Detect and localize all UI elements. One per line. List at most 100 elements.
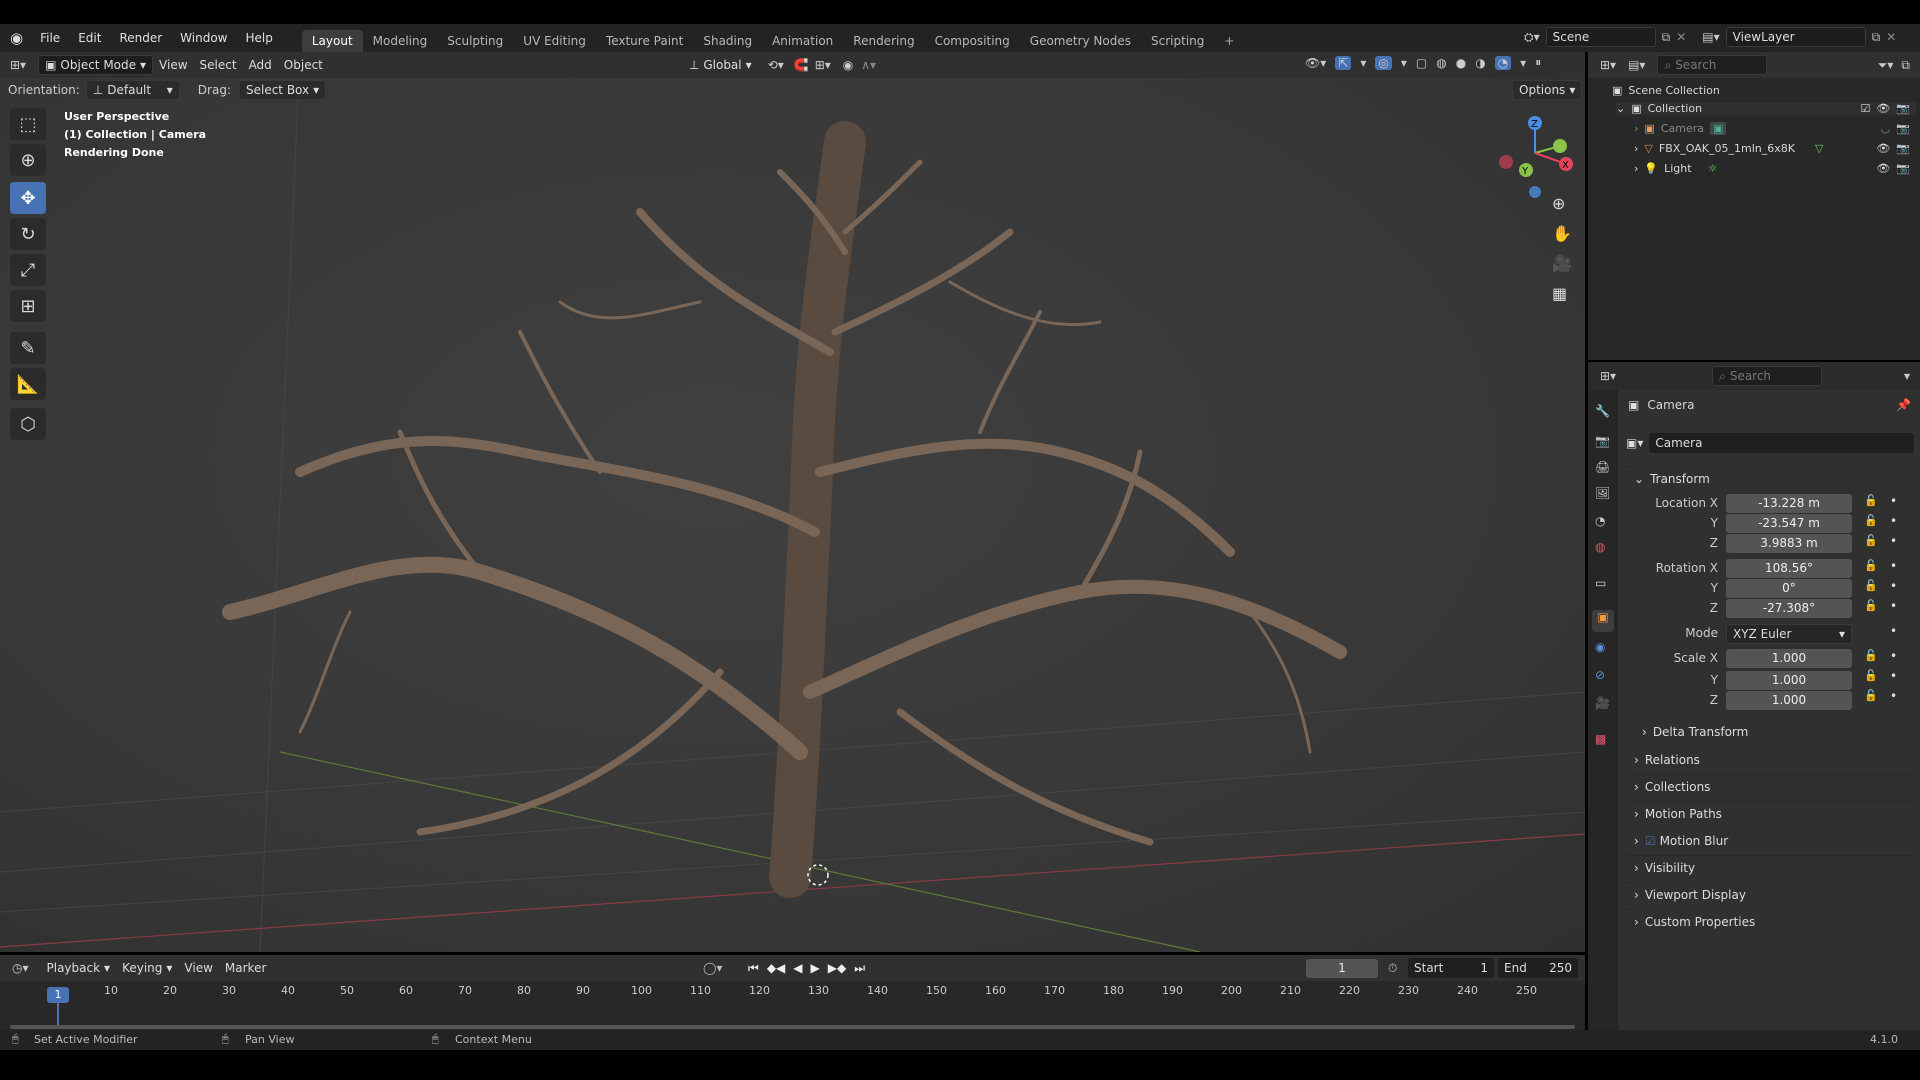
menu-help[interactable]: Help xyxy=(237,24,282,52)
tab-compositing[interactable]: Compositing xyxy=(925,30,1020,52)
collections-panel[interactable]: › Collections xyxy=(1626,774,1914,798)
menu-file[interactable]: File xyxy=(31,24,69,52)
scale-tool[interactable]: ⤢ xyxy=(10,254,46,286)
orientation-dropdown[interactable]: ⊥ Default ▾ xyxy=(85,80,180,100)
outliner-search-input[interactable]: ⌕ Search xyxy=(1657,55,1768,75)
options-dropdown-icon[interactable]: ▾ xyxy=(1904,369,1910,383)
add-workspace-button[interactable]: + xyxy=(1214,30,1244,52)
motion-blur-panel[interactable]: › ☑ Motion Blur xyxy=(1626,828,1914,852)
snap-target-icon[interactable]: ⊞▾ xyxy=(815,58,831,72)
expand-icon[interactable]: › xyxy=(1634,122,1638,135)
viewport-display-panel[interactable]: › Viewport Display xyxy=(1626,882,1914,906)
output-tab-icon[interactable]: 🖨 xyxy=(1595,460,1610,474)
object-name-field[interactable]: Camera xyxy=(1649,433,1914,453)
annotate-tool[interactable]: ✎ xyxy=(10,332,46,364)
eye-icon[interactable]: 👁 xyxy=(1876,162,1890,175)
prev-keyframe-icon[interactable]: ◆◀ xyxy=(767,961,785,976)
pan-icon[interactable]: ✋ xyxy=(1552,224,1572,243)
display-mode-icon[interactable]: ▤▾ xyxy=(1628,58,1645,72)
jump-start-icon[interactable]: ⏮ xyxy=(748,961,759,976)
expand-icon[interactable]: › xyxy=(1634,142,1638,155)
view-layer-field[interactable]: ViewLayer xyxy=(1725,27,1866,47)
transform-orientation-dropdown[interactable]: ⊥ Global ▾ xyxy=(683,55,758,75)
tab-shading[interactable]: Shading xyxy=(693,30,762,52)
keyframe-dot-icon[interactable]: • xyxy=(1890,579,1897,593)
scale-y-field[interactable]: 1.000 xyxy=(1726,671,1852,690)
menu-object[interactable]: Object xyxy=(278,55,329,75)
timeline-scrollbar[interactable] xyxy=(10,1025,1575,1029)
transform-tool[interactable]: ⊞ xyxy=(10,290,46,322)
tab-sculpting[interactable]: Sculpting xyxy=(437,30,513,52)
tab-geometry-nodes[interactable]: Geometry Nodes xyxy=(1020,30,1141,52)
data-tab-icon[interactable]: 🎥 xyxy=(1595,696,1610,710)
blender-logo-icon[interactable]: ◉ xyxy=(10,29,23,47)
rotation-y-field[interactable]: 0° xyxy=(1726,579,1852,598)
camera-render-icon[interactable]: 📷 xyxy=(1896,142,1910,155)
menu-edit[interactable]: Edit xyxy=(69,24,110,52)
delete-view-layer-icon[interactable]: ✕ xyxy=(1886,30,1896,44)
outliner-row-mesh[interactable]: › ▽ FBX_OAK_05_1mln_6x8K ▽ 👁 📷 xyxy=(1634,142,1916,155)
keying-menu[interactable]: Keying ▾ xyxy=(116,958,178,978)
overlay-toggle-icon[interactable]: ◎ xyxy=(1375,55,1392,70)
lock-icon[interactable]: 🔓 xyxy=(1864,579,1878,592)
timeline-editor-icon[interactable]: ◷▾ xyxy=(12,961,29,975)
camera-render-icon[interactable]: 📷 xyxy=(1896,162,1910,175)
tab-scripting[interactable]: Scripting xyxy=(1141,30,1214,52)
physics-tab-icon[interactable]: ◉ xyxy=(1595,640,1605,654)
keyframe-dot-icon[interactable]: • xyxy=(1890,649,1897,663)
delete-scene-icon[interactable]: ✕ xyxy=(1676,30,1686,44)
preview-range-icon[interactable]: ⏱ xyxy=(1388,961,1397,976)
pivot-point-icon[interactable]: ⟲▾ xyxy=(768,58,784,72)
menu-render[interactable]: Render xyxy=(110,24,171,52)
lock-icon[interactable]: 🔓 xyxy=(1864,689,1878,702)
scene-tab-icon[interactable]: ◔ xyxy=(1595,514,1605,528)
wireframe-shading-icon[interactable]: ◍ xyxy=(1436,56,1446,70)
constraints-tab-icon[interactable]: ⊘ xyxy=(1595,668,1605,682)
world-tab-icon[interactable]: ◍ xyxy=(1595,540,1605,554)
solid-shading-icon[interactable]: ● xyxy=(1456,56,1466,70)
keyframe-dot-icon[interactable]: • xyxy=(1890,599,1897,613)
new-scene-icon[interactable]: ⧉ xyxy=(1662,30,1671,45)
rotation-z-field[interactable]: -27.308° xyxy=(1726,599,1852,618)
location-y-field[interactable]: -23.547 m xyxy=(1726,514,1852,533)
eye-icon[interactable]: 👁 xyxy=(1876,102,1890,115)
falloff-icon[interactable]: ∧▾ xyxy=(861,58,876,72)
camera-render-icon[interactable]: 📷 xyxy=(1896,102,1910,115)
visibility-panel[interactable]: › Visibility xyxy=(1626,855,1914,879)
options-dropdown[interactable]: Options ▾ xyxy=(1512,80,1583,100)
lock-icon[interactable]: 🔓 xyxy=(1864,534,1878,547)
auto-keying-icon[interactable]: ◯▾ xyxy=(703,961,722,975)
keyframe-dot-icon[interactable]: • xyxy=(1890,559,1897,573)
tab-animation[interactable]: Animation xyxy=(762,30,843,52)
keyframe-dot-icon[interactable]: • xyxy=(1890,534,1897,548)
tab-modeling[interactable]: Modeling xyxy=(363,30,438,52)
keyframe-dot-icon[interactable]: • xyxy=(1890,669,1897,683)
current-frame-field[interactable]: 1 xyxy=(1306,958,1378,978)
gizmo-dropdown-icon[interactable]: ▾ xyxy=(1360,56,1366,70)
keyframe-dot-icon[interactable]: • xyxy=(1890,624,1897,638)
view-layer-icon[interactable]: ▤▾ xyxy=(1702,30,1719,44)
delta-transform-subpanel[interactable]: › Delta Transform xyxy=(1638,720,1914,744)
overlay-dropdown-icon[interactable]: ▾ xyxy=(1401,56,1407,70)
expand-icon[interactable]: › xyxy=(1634,162,1638,175)
start-frame-field[interactable]: Start 1 xyxy=(1408,958,1494,978)
camera-render-icon[interactable]: 📷 xyxy=(1896,122,1910,135)
outliner-row-collection[interactable]: ⌄ ▣ Collection ☑ 👁 📷 xyxy=(1616,102,1916,115)
3d-viewport[interactable]: ⊞▾ ▣ Object Mode ▾ View Select Add Objec… xyxy=(0,52,1585,952)
keyframe-dot-icon[interactable]: • xyxy=(1890,514,1897,528)
pause-render-icon[interactable]: ⏸ xyxy=(1535,55,1541,70)
end-frame-field[interactable]: End 250 xyxy=(1498,958,1578,978)
pin-icon[interactable]: 📌 xyxy=(1896,398,1911,412)
outliner-row-scene-collection[interactable]: ▣ Scene Collection xyxy=(1612,84,1720,97)
gizmo-toggle-icon[interactable]: ⇱ xyxy=(1335,55,1352,70)
outliner-row-camera[interactable]: › ▣ Camera ▣ ◡ 📷 xyxy=(1634,122,1916,135)
tab-uv-editing[interactable]: UV Editing xyxy=(513,30,596,52)
select-box-tool[interactable]: ⬚ xyxy=(10,108,46,140)
timeline-view-menu[interactable]: View xyxy=(178,958,218,978)
next-keyframe-icon[interactable]: ▶◆ xyxy=(828,961,846,976)
lock-icon[interactable]: 🔓 xyxy=(1864,669,1878,682)
object-mode-dropdown[interactable]: ▣ Object Mode ▾ xyxy=(38,55,154,75)
proportional-edit-icon[interactable]: ◉ xyxy=(843,58,853,72)
keyframe-dot-icon[interactable]: • xyxy=(1890,494,1897,508)
lock-icon[interactable]: 🔓 xyxy=(1864,599,1878,612)
